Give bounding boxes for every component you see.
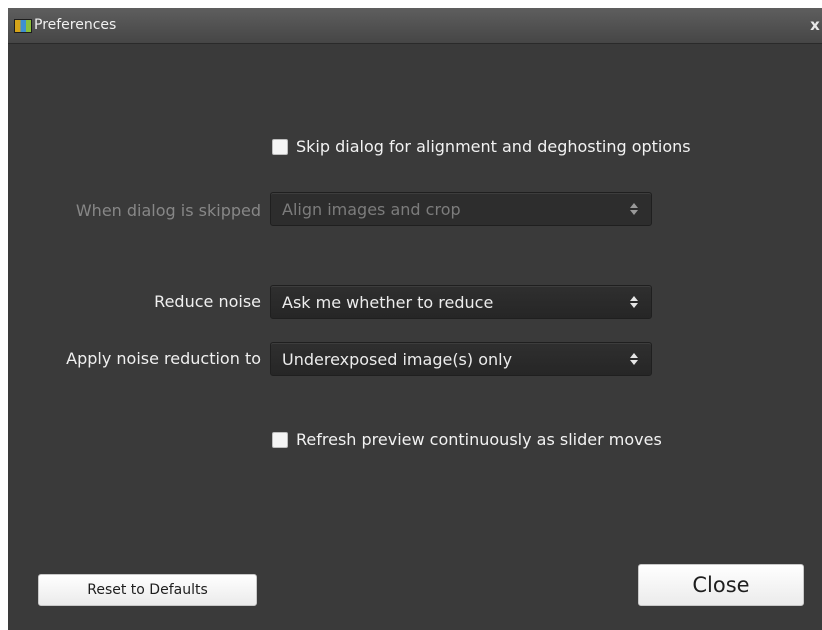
when-skipped-label: When dialog is skipped <box>75 201 261 220</box>
when-skipped-select: Align images and crop <box>270 192 652 226</box>
when-skipped-value: Align images and crop <box>282 200 461 219</box>
skip-dialog-checkbox[interactable] <box>272 138 288 155</box>
reset-to-defaults-button[interactable]: Reset to Defaults <box>38 574 257 606</box>
reduce-noise-label: Reduce noise <box>154 292 261 311</box>
title-bar: Preferences x <box>8 8 822 44</box>
reduce-noise-value: Ask me whether to reduce <box>282 293 494 312</box>
up-down-arrows-icon <box>630 296 638 308</box>
apply-noise-reduction-value: Underexposed image(s) only <box>282 350 513 369</box>
window-title: Preferences <box>34 17 117 33</box>
apply-noise-reduction-label: Apply noise reduction to <box>66 349 261 368</box>
close-button[interactable]: Close <box>638 564 804 606</box>
reduce-noise-select[interactable]: Ask me whether to reduce <box>270 285 652 319</box>
app-icon <box>14 19 32 33</box>
preferences-window: Preferences x Skip dialog for alignment … <box>8 8 822 630</box>
up-down-arrows-icon <box>630 353 638 365</box>
refresh-preview-checkbox-row[interactable]: Refresh preview continuously as slider m… <box>272 430 662 449</box>
refresh-preview-label: Refresh preview continuously as slider m… <box>296 430 662 449</box>
skip-dialog-label: Skip dialog for alignment and deghosting… <box>296 137 691 156</box>
skip-dialog-checkbox-row[interactable]: Skip dialog for alignment and deghosting… <box>272 137 691 156</box>
refresh-preview-checkbox[interactable] <box>272 431 288 448</box>
apply-noise-reduction-select[interactable]: Underexposed image(s) only <box>270 342 652 376</box>
close-icon[interactable]: x <box>808 16 822 34</box>
up-down-arrows-icon <box>630 203 638 215</box>
